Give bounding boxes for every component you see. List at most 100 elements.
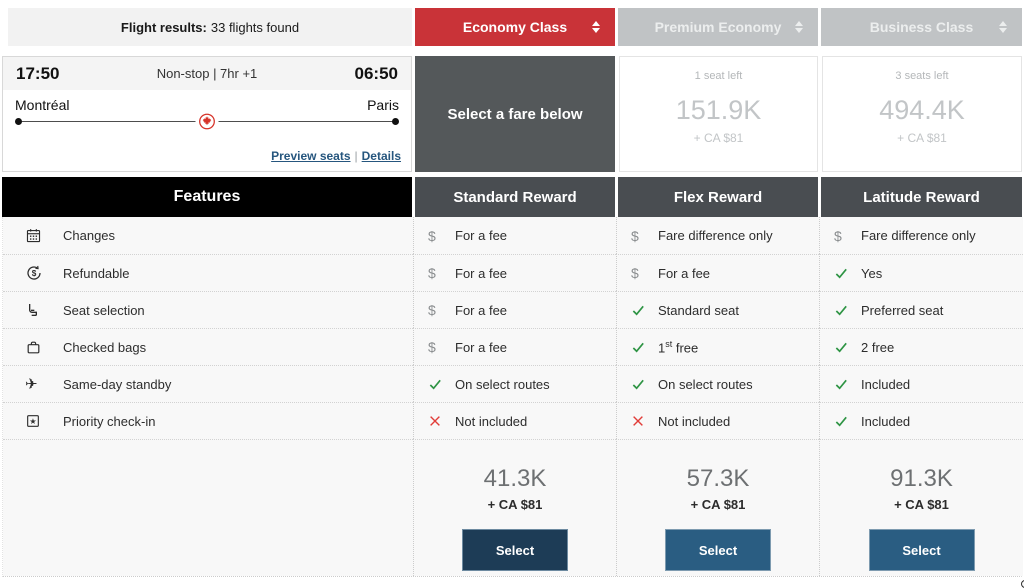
dollar-icon: $ (428, 227, 436, 244)
premium-economy-fare-cell[interactable]: 1 seat left 151.9K + CA $81 (619, 56, 818, 172)
standard-reward-header: Standard Reward (415, 177, 615, 217)
sort-arrows-icon (592, 21, 600, 33)
table-row: Seat selection $ For a fee Standard seat … (3, 291, 1023, 328)
flex-reward-header: Flex Reward (618, 177, 818, 217)
calendar-icon (25, 227, 63, 244)
tab-premium-economy[interactable]: Premium Economy (618, 8, 818, 46)
cell-value: Not included (658, 413, 731, 429)
cell-value: Yes (861, 265, 883, 281)
pricing-row: 41.3K + CA $81 Select 57.3K + CA $81 Sel… (3, 439, 1023, 576)
flex-cash: + CA $81 (690, 497, 746, 512)
seat-icon (25, 302, 63, 318)
cell-value: For a fee (455, 302, 508, 318)
feature-label: Checked bags (63, 339, 147, 355)
departure-time: 17:50 (16, 63, 60, 83)
table-row: Checked bags $ For a fee 1st free 2 free (3, 328, 1023, 365)
dollar-icon: $ (631, 265, 639, 281)
flight-card-links: Preview seats | Details (271, 149, 401, 163)
feature-label: Same-day standby (63, 376, 172, 392)
select-flex-button[interactable]: Select (665, 529, 771, 571)
plane-clock-icon: ✈ (25, 377, 1024, 588)
refund-dollar-icon: $ (25, 264, 63, 282)
select-fare-prompt: Select a fare below (415, 56, 615, 172)
dollar-icon: $ (631, 227, 639, 244)
origin-city: Montréal (15, 97, 70, 113)
business-points: 494.4K (879, 95, 965, 125)
details-link[interactable]: Details (362, 149, 401, 163)
table-row: Changes $ For a fee $ Fare difference only… (3, 217, 1023, 254)
pricing-empty-cell (3, 439, 413, 576)
tab-business-label: Business Class (869, 19, 974, 35)
route-info: Non-stop | 7hr +1 (156, 66, 258, 81)
select-latitude-button[interactable]: Select (868, 529, 975, 571)
preview-seats-link[interactable]: Preview seats (271, 149, 350, 163)
business-cash: + CA $81 (897, 131, 947, 145)
feature-label: Refundable (63, 265, 130, 281)
tab-business-class[interactable]: Business Class (821, 8, 1022, 46)
flight-results-bar: Flight results: 33 flights found (8, 8, 412, 46)
table-row: $ Refundable $ For a fee $ For a fee Yes (3, 254, 1023, 291)
fare-features-table: Changes $ For a fee $ Fare difference only… (2, 217, 1024, 588)
feature-label: Seat selection (63, 302, 145, 318)
cross-icon (428, 414, 455, 428)
check-icon (428, 377, 455, 392)
cell-value: Fare difference only (861, 228, 976, 243)
check-icon (631, 303, 658, 318)
flight-results-count: 33 flights found (210, 19, 300, 35)
latitude-cash: + CA $81 (894, 497, 949, 512)
destination-dot-icon (392, 118, 399, 125)
cell-value: Fare difference only (658, 228, 773, 243)
cell-value: Preferred seat (861, 302, 944, 318)
cell-value: For a fee (455, 339, 508, 355)
dollar-icon: $ (428, 339, 436, 355)
check-icon (834, 377, 861, 392)
latitude-reward-pricing: 91.3K + CA $81 Select (819, 439, 1023, 576)
tab-economy-class[interactable]: Economy Class (415, 8, 615, 46)
dollar-icon: $ (428, 265, 436, 281)
table-row: ★ Priority check-in Not included Not inc… (3, 402, 1023, 439)
flight-card: 17:50 Non-stop | 7hr +1 06:50 Montréal P… (2, 56, 412, 172)
check-icon (834, 303, 861, 318)
cell-value: Not included (455, 413, 528, 429)
business-seats-left: 3 seats left (895, 70, 949, 82)
cell-value: On select routes (658, 376, 753, 392)
sort-arrows-icon (795, 21, 803, 33)
cell-value: 2 free (861, 339, 895, 355)
business-class-fare-cell[interactable]: 3 seats left 494.4K + CA $81 (822, 56, 1022, 172)
standard-points: 41.3K (483, 465, 547, 492)
select-standard-button[interactable]: Select (462, 529, 568, 571)
cell-value: Standard seat (658, 302, 739, 318)
cell-value: For a fee (455, 265, 508, 281)
feature-label: Changes (63, 228, 116, 243)
tab-premium-label: Premium Economy (654, 19, 782, 35)
standard-reward-pricing: 41.3K + CA $81 Select (413, 439, 616, 576)
latitude-points: 91.3K (890, 465, 953, 492)
cell-value: 1st free (658, 338, 699, 356)
fare-comparison-page: Flight results: 33 flights found Economy… (2, 8, 1024, 588)
tab-economy-label: Economy Class (462, 19, 568, 35)
flight-times-strip: 17:50 Non-stop | 7hr +1 06:50 (3, 57, 411, 90)
premium-points: 151.9K (675, 95, 762, 125)
air-canada-maple-leaf-icon (195, 113, 219, 130)
features-header: Features (2, 177, 412, 217)
cross-icon (631, 414, 658, 428)
check-icon (631, 340, 658, 355)
dollar-icon: $ (834, 227, 842, 244)
star-badge-icon: ★ (25, 413, 63, 429)
cell-value: Included (861, 376, 911, 392)
premium-seats-left: 1 seat left (694, 70, 743, 82)
svg-text:★: ★ (29, 417, 36, 426)
check-icon (834, 266, 861, 281)
cell-value: Included (861, 413, 911, 429)
check-icon (631, 377, 658, 392)
route-line (15, 113, 399, 131)
svg-text:$: $ (32, 269, 37, 278)
flight-results-label: Flight results: (120, 19, 207, 35)
sort-arrows-icon (999, 21, 1007, 33)
cell-value: On select routes (455, 376, 550, 392)
flex-reward-pricing: 57.3K + CA $81 Select (616, 439, 819, 576)
links-separator: | (354, 149, 358, 163)
latitude-reward-header: Latitude Reward (821, 177, 1022, 217)
standard-cash: + CA $81 (487, 497, 543, 512)
table-row: ✈ Same-day standby On select routes On s… (3, 365, 1024, 588)
